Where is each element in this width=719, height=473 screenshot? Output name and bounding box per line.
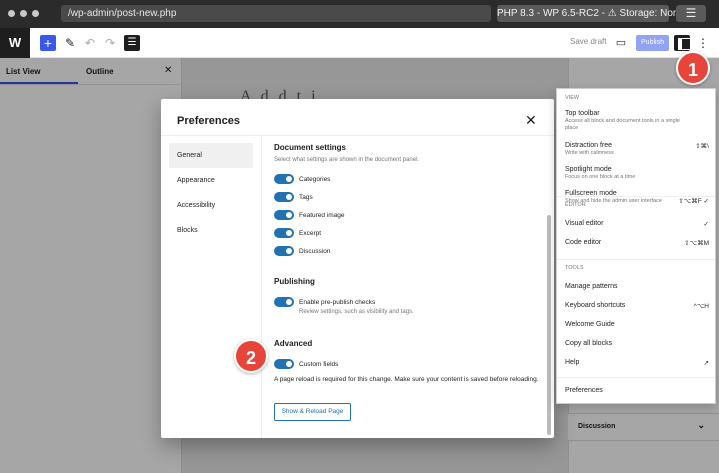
view-header: VIEW [565,95,580,101]
save-draft-button[interactable]: Save draft [570,37,606,46]
nav-general[interactable]: General [169,143,253,168]
section-description: Select what settings are shown in the do… [274,157,420,163]
toggle-row-featured-image: Featured image [274,209,345,221]
menu-item-description: Focus on one block at a time [565,174,636,180]
toggle-excerpt[interactable] [274,228,294,238]
window-close-dot[interactable] [8,10,15,17]
menu-item-label: Top toolbar [565,110,600,117]
browser-bar: /wp-admin/post-new.php PHP 8.3 - WP 6.5-… [0,0,719,28]
toggle-row-discussion: Discussion [274,245,330,257]
checkmark-icon: ✓ [703,221,709,228]
shortcut-label: ⇧⌘\ [695,143,709,150]
preferences-nav: General Appearance Accessibility Blocks [169,143,253,243]
menu-item-spotlight-mode[interactable]: Spotlight mode Focus on one block at a t… [565,166,709,181]
menu-divider [557,377,715,378]
wordpress-logo-icon[interactable]: W [0,28,30,58]
toggle-label: Tags [299,193,313,201]
toggle-categories[interactable] [274,174,294,184]
shortcut-label: ^⌥H [693,303,709,310]
toggle-pre-publish-checks[interactable] [274,297,294,307]
nav-accessibility[interactable]: Accessibility [169,193,253,218]
menu-item-manage-patterns[interactable]: Manage patterns [565,283,709,290]
scrollbar[interactable] [547,215,551,435]
toggle-tags[interactable] [274,192,294,202]
menu-item-help[interactable]: Help ↗ [565,359,709,367]
show-reload-page-button[interactable]: Show & Reload Page [274,403,351,421]
shortcut-label: ⇧⌥⌘M [684,240,709,247]
section-title-document-settings: Document settings [274,143,347,152]
environment-status[interactable]: PHP 8.3 - WP 6.5-RC2 - ⚠ Storage: None [497,5,684,22]
toggle-custom-fields[interactable] [274,359,294,369]
menu-item-label: Keyboard shortcuts [565,302,626,309]
toggle-label: Excerpt [299,229,322,237]
reload-notice: A page reload is required for this chang… [274,376,539,383]
toggle-label: Discussion [299,247,331,255]
menu-item-distraction-free[interactable]: Distraction free Write with calmness ⇧⌘\ [565,142,709,157]
tools-header: TOOLS [565,265,584,271]
step-badge-2: 2 [234,339,268,373]
menu-item-label: Distraction free [565,142,613,149]
toggle-label: Featured image [299,211,345,219]
undo-icon[interactable]: ↶ [84,34,96,52]
menu-item-label: Copy all blocks [565,340,613,347]
modal-title: Preferences [177,115,240,127]
editor-toolbar: W + ✎ ↶ ↷ ☰ Save draft ▭ Publish ⋮ [0,28,719,58]
toggle-label: Enable pre-publish checks [299,298,376,306]
section-title-publishing: Publishing [274,277,315,286]
preview-icon[interactable]: ▭ [614,34,628,52]
menu-item-fullscreen-mode[interactable]: Fullscreen mode Show and hide the admin … [565,190,709,205]
toggle-label: Custom fields [299,360,339,368]
window-maximize-dot[interactable] [32,10,39,17]
toggle-row-custom-fields: Custom fields [274,358,338,370]
list-view-button[interactable]: ☰ [124,35,140,51]
menu-item-description: Write with calmness [565,150,614,156]
edit-icon[interactable]: ✎ [64,34,76,52]
toggle-row-excerpt: Excerpt [274,227,321,239]
toggle-featured-image[interactable] [274,210,294,220]
toggle-row-tags: Tags [274,191,313,203]
menu-item-welcome-guide[interactable]: Welcome Guide [565,321,709,328]
editor-header: EDITOR [565,202,586,208]
address-bar[interactable]: /wp-admin/post-new.php [61,5,491,22]
menu-item-label: Welcome Guide [565,321,615,328]
nav-appearance[interactable]: Appearance [169,168,253,193]
step-badge-1: 1 [676,51,710,85]
menu-divider [557,259,715,260]
nav-blocks[interactable]: Blocks [169,218,253,243]
close-icon[interactable]: ✕ [525,112,537,129]
menu-item-keyboard-shortcuts[interactable]: Keyboard shortcuts ^⌥H [565,302,709,310]
publish-button[interactable]: Publish [636,35,669,51]
nav-divider [261,136,262,438]
menu-item-label: Spotlight mode [565,166,612,173]
menu-item-label: Manage patterns [565,283,618,290]
help-text: Review settings, such as visibility and … [299,309,414,315]
shortcut-label: ⇧⌥⌘F ✓ [678,198,709,205]
modal-header-divider [161,135,554,136]
menu-item-copy-all-blocks[interactable]: Copy all blocks [565,340,709,347]
add-block-button[interactable]: + [40,35,56,51]
toggle-label: Categories [299,175,331,183]
menu-item-visual-editor[interactable]: Visual editor ✓ [565,220,709,228]
settings-sidebar-icon[interactable] [674,35,691,51]
redo-icon[interactable]: ↷ [104,34,116,52]
menu-item-label: Visual editor [565,220,604,227]
preferences-modal: Preferences ✕ General Appearance Accessi… [161,99,554,438]
menu-item-label: Preferences [565,387,603,394]
more-options-icon[interactable]: ⋮ [697,34,709,52]
menu-item-preferences[interactable]: Preferences [565,387,709,394]
toggle-row-pre-publish: Enable pre-publish checks [274,296,375,308]
toggle-discussion[interactable] [274,246,294,256]
section-title-advanced: Advanced [274,339,313,348]
browser-menu-icon[interactable]: ☰ [676,5,706,22]
menu-divider [557,196,715,197]
menu-item-label: Code editor [565,239,602,246]
window-minimize-dot[interactable] [20,10,27,17]
menu-item-description: Access all block and document tools in a… [565,118,680,131]
toggle-row-categories: Categories [274,173,330,185]
menu-item-code-editor[interactable]: Code editor ⇧⌥⌘M [565,239,709,247]
options-dropdown: VIEW Top toolbar Access all block and do… [556,88,716,404]
menu-item-label: Help [565,359,580,366]
external-link-icon: ↗ [703,360,709,367]
menu-item-top-toolbar[interactable]: Top toolbar Access all block and documen… [565,110,709,132]
